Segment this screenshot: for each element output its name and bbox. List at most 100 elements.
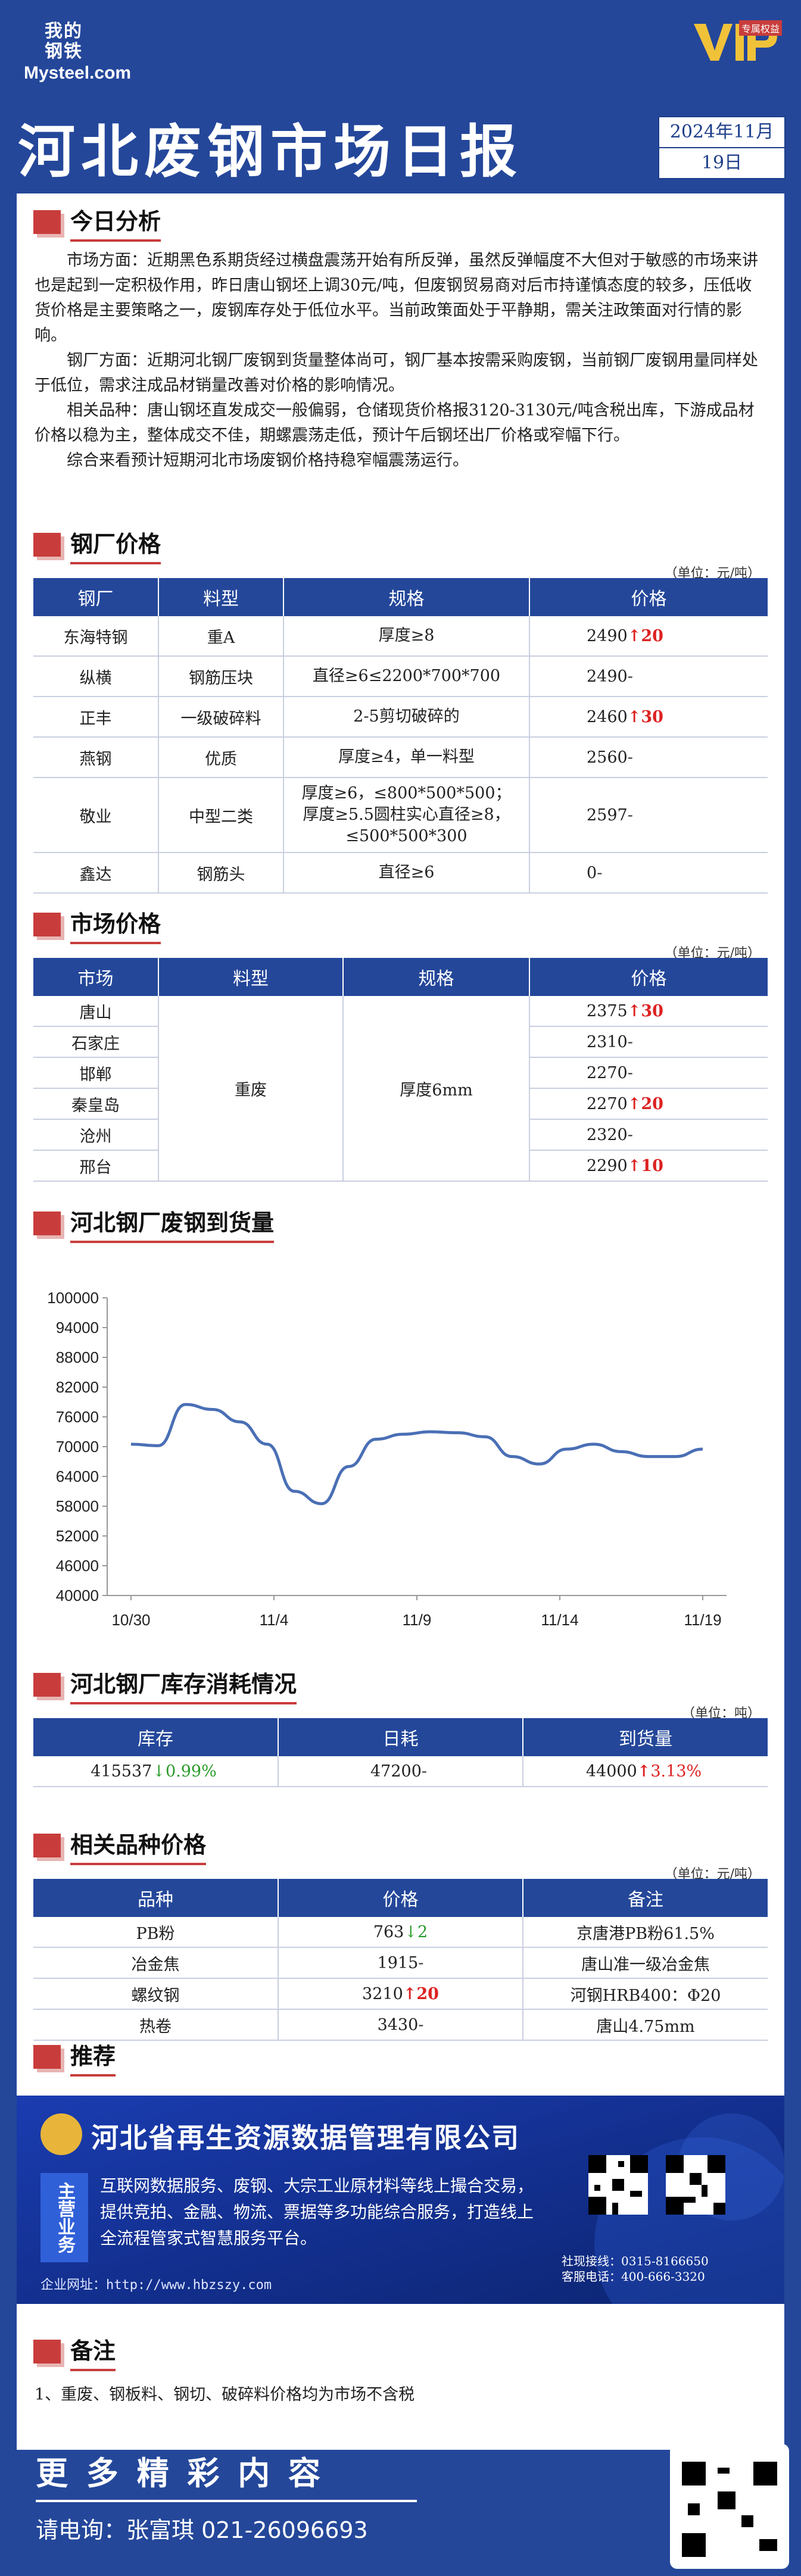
col-header: 库存 [33,1718,279,1756]
section-title: 备注 [70,2333,116,2371]
item-name: PB粉 [33,1917,279,1948]
vip-sub-label: 专属权益 [739,20,783,36]
price-change: 30 [641,707,663,726]
qr-code-icon [682,2462,777,2557]
x-tick-label: 10/30 [111,1611,150,1629]
y-tick-label: 82000 [56,1378,99,1396]
price-change: - [627,1063,633,1082]
item-note: 唐山4.75mm [523,2009,768,2041]
y-tick-label: 76000 [56,1408,99,1426]
material-type: 中型二类 [158,778,284,853]
y-tick-label: 52000 [56,1527,99,1545]
analysis-paragraph: 钢厂方面：近期河北钢厂废钢到货量整体尚可，钢厂基本按需采购废钢，当前钢厂废钢用量… [35,351,758,395]
price-value: 1915 [377,1953,419,1972]
section-inventory-header: 河北钢厂库存消耗情况 [33,1666,297,1704]
price-change: - [597,863,603,882]
price-value: 2310 [587,1032,628,1051]
section-notes-header: 备注 [33,2333,116,2371]
item-note: 唐山准一级冶金焦 [523,1947,768,1979]
x-tick-label: 11/19 [684,1611,721,1629]
inventory-cell: 47200- [278,1756,523,1787]
phone-number: 社现接线：0315-8166650 [562,2254,709,2268]
x-tick-label: 11/4 [260,1611,289,1629]
y-tick-label: 94000 [56,1319,99,1337]
table-row: PB粉 763↓2 京唐港PB粉61.5% [33,1917,768,1948]
x-tick-label: 11/14 [541,1611,578,1629]
section-arrival-header: 河北钢厂废钢到货量 [33,1204,275,1243]
price-change: - [627,748,633,767]
main-business-label: 主营业务 [40,2173,88,2262]
spec: 厚度6mm [343,996,530,1182]
col-header: 价格 [529,578,768,616]
recommend-banner[interactable]: 河北省再生资源数据管理有限公司 主营业务 互联网数据服务、废钢、大宗工业原材料等… [17,2096,784,2304]
section-title: 河北钢厂库存消耗情况 [70,1666,297,1704]
mill-name: 敬业 [33,778,159,853]
col-header: 市场 [33,958,159,996]
contact-block: 社现接线：0315-8166650 客服电话：400-666-3320 [562,2253,709,2284]
item-name: 螺纹钢 [33,1978,279,2010]
price-change: 30 [641,1001,663,1020]
market-name: 邯郸 [33,1057,159,1089]
price-value: 2290 [587,1156,628,1175]
price-value: 2270 [587,1094,628,1113]
qr-code-icon [666,2155,725,2215]
section-title: 今日分析 [70,203,161,242]
spec: 厚度≥4，单一料型 [283,737,530,778]
price-cell: 2560- [529,737,768,778]
table-row: 敬业 中型二类 厚度≥6，≤800*500*500； 厚度≥5.5圆柱实心直径≥8，… [33,778,768,853]
price-cell: 2375↑30 [529,996,768,1027]
price-cell: 763↓2 [278,1917,523,1948]
material-type: 一级破碎料 [158,697,284,738]
market-name: 沧州 [33,1119,159,1151]
price-change: - [418,1953,424,1972]
y-tick-label: 64000 [56,1467,99,1485]
price-value: 3210 [362,1984,403,2003]
price-value: 0 [587,863,597,882]
spec: 厚度≥6，≤800*500*500； 厚度≥5.5圆柱实心直径≥8， ≤500*… [283,778,530,853]
date-month: 2024年11月 [669,121,774,142]
item-name: 冶金焦 [33,1947,279,1979]
price-cell: 2270- [529,1057,768,1089]
price-cell: 2490↑20 [529,616,768,657]
mill-name: 纵横 [33,656,159,697]
price-value: 2490 [587,626,628,645]
y-tick-label: 70000 [56,1438,99,1456]
section-title: 相关品种价格 [70,1826,207,1865]
section-title: 河北钢厂废钢到货量 [70,1204,275,1243]
section-marker-icon [33,2340,61,2363]
arrival-line-chart: 100000 94000 88000 82000 76000 70000 64000 5800… [47,1289,727,1629]
market-name: 邢台 [33,1150,159,1182]
mill-name: 东海特钢 [33,616,159,657]
section-marker-icon [33,913,61,936]
spec: 2-5剪切破碎的 [283,697,530,738]
table-row: 正丰 一级破碎料 2-5剪切破碎的 2460↑30 [33,697,768,738]
price-value: 2490 [587,667,628,686]
section-market-header: 市场价格 [33,907,161,944]
market-name: 石家庄 [33,1026,159,1058]
price-cell: 2460↑30 [529,697,768,738]
col-header: 品种 [33,1879,279,1917]
price-cell: 2310- [529,1026,768,1058]
col-header: 价格 [529,958,768,996]
material-type: 重A [158,616,284,657]
item-note: 京唐港PB粉61.5% [523,1917,768,1948]
section-marker-icon [33,1673,61,1697]
section-title: 钢厂价格 [70,526,161,564]
price-value: 2597 [587,805,628,825]
y-tick-label: 46000 [56,1557,99,1575]
table-row: 螺纹钢 3210↑20 河钢HRB400：Φ20 [33,1978,768,2010]
price-change: 20 [641,626,663,645]
section-marker-icon [33,210,61,234]
price-cell: 3210↑20 [278,1978,523,2010]
arrow-up-icon: ↑ [627,707,641,726]
col-header: 日耗 [278,1718,523,1756]
section-marker-icon [33,1211,61,1235]
company-website-link[interactable]: 企业网址：http://www.hbzszy.com [40,2274,272,2293]
company-logo-icon [40,2113,82,2155]
mill-name: 正丰 [33,697,159,738]
market-name: 唐山 [33,996,159,1027]
inventory-value: 47200 [370,1762,422,1781]
footer-more: 更 多 精 彩 内 容 请电询：张富琪 021-26096693 [36,2447,417,2544]
arrow-up-icon: ↑ [627,1094,641,1113]
price-change: - [418,2015,424,2034]
